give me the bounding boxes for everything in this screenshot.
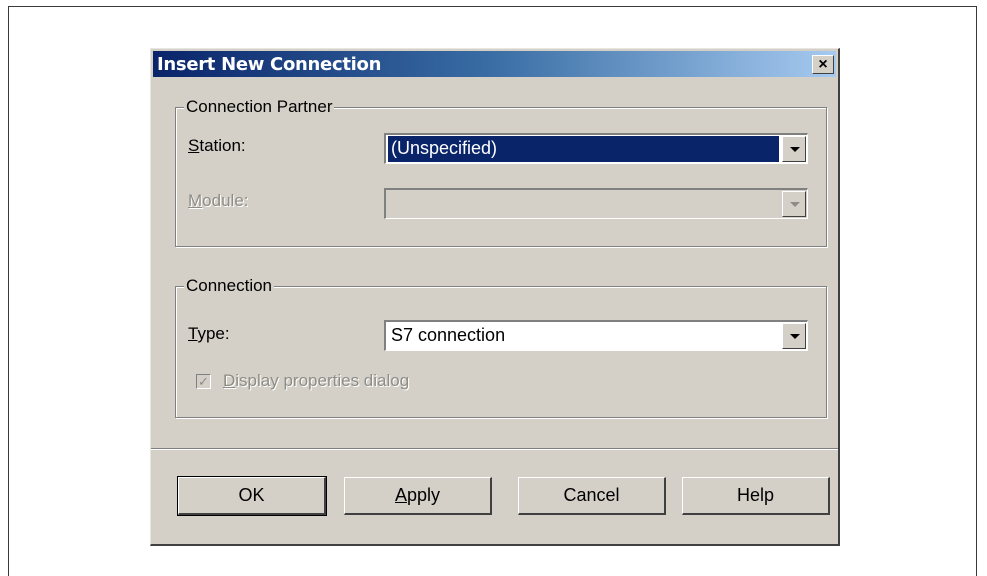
close-button[interactable]: ×	[812, 55, 834, 74]
station-value: (Unspecified)	[388, 136, 779, 162]
checkmark-icon: ✓	[198, 374, 209, 389]
ok-button[interactable]: OK	[177, 476, 327, 516]
help-button[interactable]: Help	[682, 477, 830, 515]
display-properties-checkbox: ✓	[196, 374, 211, 389]
dropdown-arrow-icon	[782, 191, 806, 217]
station-label: Station:	[188, 136, 246, 155]
connection-partner-legend: Connection Partner	[184, 97, 335, 117]
dropdown-arrow-icon[interactable]	[782, 136, 806, 162]
apply-button[interactable]: Apply	[344, 477, 492, 515]
station-dropdown[interactable]: (Unspecified)	[384, 133, 808, 164]
module-label: Module:	[188, 191, 249, 210]
close-icon: ×	[818, 56, 828, 73]
type-value: S7 connection	[391, 325, 506, 345]
display-properties-label: Display properties dialog	[223, 371, 410, 390]
connection-group: Connection Type: S7 connection ✓ Display…	[175, 276, 827, 418]
dropdown-arrow-icon[interactable]	[782, 323, 806, 349]
module-value	[388, 191, 779, 217]
connection-partner-group: Connection Partner Station: (Unspecified…	[175, 97, 827, 247]
insert-connection-dialog: Insert New Connection × Connection Partn…	[150, 48, 840, 546]
type-dropdown[interactable]: S7 connection	[384, 320, 808, 351]
connection-legend: Connection	[184, 276, 275, 296]
type-label: Type:	[188, 324, 230, 343]
module-dropdown	[384, 188, 808, 219]
dialog-titlebar[interactable]: Insert New Connection ×	[153, 51, 836, 77]
cancel-button[interactable]: Cancel	[518, 477, 666, 515]
button-separator	[151, 448, 838, 450]
dialog-title: Insert New Connection	[157, 54, 382, 75]
